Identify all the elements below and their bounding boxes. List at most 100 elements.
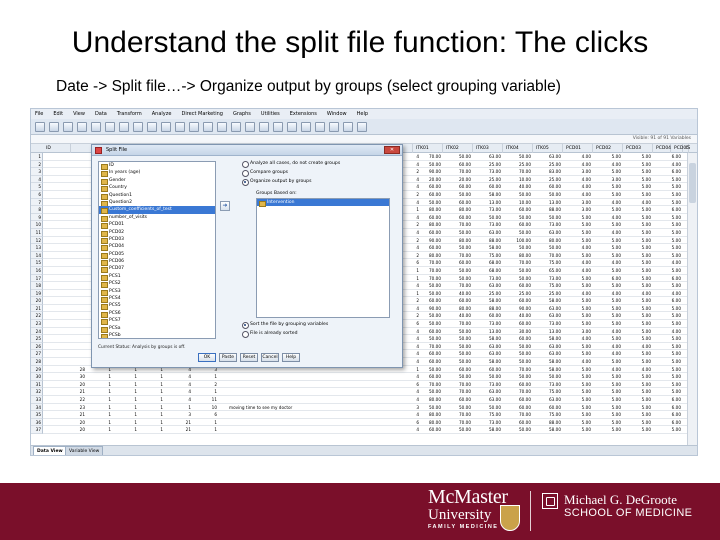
menu-transform[interactable]: Transform — [117, 111, 142, 117]
table-cell[interactable]: 75.00 — [475, 411, 501, 419]
table-cell[interactable]: 5.00 — [625, 191, 651, 199]
table-cell[interactable]: 5.00 — [595, 335, 621, 343]
table-cell[interactable]: 25.00 — [535, 161, 561, 169]
table-cell[interactable]: 20.00 — [415, 176, 441, 184]
table-cell[interactable]: 4.00 — [565, 335, 591, 343]
table-cell[interactable]: 5.00 — [565, 426, 591, 434]
table-cell[interactable]: 5.00 — [595, 381, 621, 389]
table-cell[interactable]: 60.00 — [505, 297, 531, 305]
table-cell[interactable]: 50.00 — [505, 153, 531, 161]
table-cell[interactable]: 4.00 — [565, 259, 591, 267]
table-cell[interactable]: 4.00 — [595, 229, 621, 237]
table-cell[interactable]: 73.00 — [475, 168, 501, 176]
table-cell[interactable]: 4.00 — [655, 161, 681, 169]
table-cell[interactable]: 4.00 — [565, 183, 591, 191]
variable-list-item[interactable]: Question1 — [99, 192, 215, 201]
table-cell[interactable]: 58.00 — [535, 366, 561, 374]
toolbar-button-icon[interactable] — [147, 121, 157, 132]
column-header[interactable]: ITK01 — [413, 144, 443, 153]
table-cell[interactable]: 50.00 — [415, 388, 441, 396]
table-cell[interactable]: 80.00 — [445, 237, 471, 245]
table-cell[interactable]: 5.00 — [565, 381, 591, 389]
table-cell[interactable]: 60.00 — [535, 404, 561, 412]
table-cell[interactable]: 50.00 — [415, 320, 441, 328]
variable-list-item[interactable]: In years (age) — [99, 169, 215, 178]
table-cell[interactable]: 50.00 — [445, 373, 471, 381]
table-cell[interactable]: 70.00 — [445, 419, 471, 427]
table-cell[interactable]: 5.00 — [595, 183, 621, 191]
table-cell[interactable]: 5.00 — [565, 388, 591, 396]
toolbar-button-icon[interactable] — [91, 121, 101, 132]
table-cell[interactable]: 5.00 — [625, 275, 651, 283]
table-cell[interactable]: 5.00 — [565, 221, 591, 229]
table-cell[interactable]: 1 — [137, 388, 163, 396]
table-cell[interactable]: 10.00 — [505, 176, 531, 184]
table-cell[interactable]: 58.00 — [535, 297, 561, 305]
table-cell[interactable]: 70.00 — [415, 275, 441, 283]
table-cell[interactable]: 80.00 — [415, 411, 441, 419]
table-cell[interactable]: 73.00 — [535, 221, 561, 229]
table-cell[interactable]: 63.00 — [475, 282, 501, 290]
table-cell[interactable]: 80.00 — [535, 237, 561, 245]
row-number[interactable]: 5 — [31, 183, 43, 191]
table-cell[interactable]: 1 — [85, 373, 111, 381]
table-cell[interactable]: 73.00 — [535, 275, 561, 283]
row-number[interactable]: 3 — [31, 168, 43, 176]
variable-list-item[interactable]: PCSa — [99, 325, 215, 334]
table-cell[interactable]: 5.00 — [655, 388, 681, 396]
table-cell[interactable]: 80.00 — [445, 206, 471, 214]
variable-list-item[interactable]: PCS2 — [99, 280, 215, 289]
table-cell[interactable]: 5.00 — [625, 404, 651, 412]
table-cell[interactable]: 1 — [111, 411, 137, 419]
menu-view[interactable]: View — [73, 111, 85, 117]
table-cell[interactable]: 1 — [85, 388, 111, 396]
table-cell[interactable]: 50.00 — [505, 373, 531, 381]
table-cell[interactable]: 80.00 — [415, 419, 441, 427]
table-cell[interactable]: 5.00 — [595, 373, 621, 381]
table-cell[interactable]: 5.00 — [565, 350, 591, 358]
row-number[interactable]: 7 — [31, 198, 43, 207]
table-cell[interactable]: 1 — [137, 411, 163, 419]
table-cell[interactable]: 60.00 — [505, 335, 531, 343]
table-cell[interactable]: 50.00 — [505, 229, 531, 237]
menu-window[interactable]: Window — [327, 111, 347, 117]
table-cell[interactable]: 5.00 — [655, 312, 681, 320]
table-cell[interactable]: 60.00 — [505, 381, 531, 389]
table-cell[interactable]: 5.00 — [655, 183, 681, 191]
table-cell[interactable]: 5.00 — [565, 305, 591, 313]
table-cell[interactable]: 5.00 — [625, 252, 651, 260]
toolbar-button-icon[interactable] — [175, 121, 185, 132]
row-number[interactable]: 27 — [31, 350, 43, 359]
table-cell[interactable]: 5.00 — [655, 221, 681, 229]
table-cell[interactable]: 70.00 — [415, 381, 441, 389]
table-cell[interactable]: 11 — [191, 396, 217, 404]
variable-list-item[interactable]: Question2 — [99, 199, 215, 208]
table-cell[interactable]: 5.00 — [595, 153, 621, 161]
table-cell[interactable]: 60.00 — [505, 404, 531, 412]
row-number[interactable]: 24 — [31, 327, 43, 336]
table-cell[interactable]: 4.00 — [595, 214, 621, 222]
table-cell[interactable]: 6.00 — [655, 206, 681, 214]
table-cell[interactable]: 5.00 — [595, 206, 621, 214]
table-cell[interactable]: 5.00 — [625, 259, 651, 267]
table-cell[interactable]: 50.00 — [505, 191, 531, 199]
table-cell[interactable]: 63.00 — [475, 229, 501, 237]
row-number[interactable]: 22 — [31, 312, 43, 321]
table-cell[interactable]: 73.00 — [535, 320, 561, 328]
table-cell[interactable]: 5.00 — [655, 335, 681, 343]
table-cell[interactable]: 25.00 — [475, 290, 501, 298]
table-cell[interactable]: 60.00 — [445, 297, 471, 305]
table-cell[interactable]: 58.00 — [535, 426, 561, 434]
table-cell[interactable]: 5.00 — [655, 350, 681, 358]
table-cell[interactable]: 80.00 — [415, 396, 441, 404]
table-cell[interactable]: 70.00 — [535, 252, 561, 260]
table-cell[interactable]: 5.00 — [595, 237, 621, 245]
table-cell[interactable]: 63.00 — [475, 350, 501, 358]
variable-list-item[interactable]: PCD07 — [99, 265, 215, 274]
table-cell[interactable]: 50.00 — [445, 275, 471, 283]
table-cell[interactable]: 75.00 — [535, 388, 561, 396]
table-cell[interactable]: 70.00 — [505, 388, 531, 396]
table-cell[interactable]: 5.00 — [565, 312, 591, 320]
table-cell[interactable]: 50.00 — [445, 358, 471, 366]
table-cell[interactable]: 1 — [85, 404, 111, 412]
